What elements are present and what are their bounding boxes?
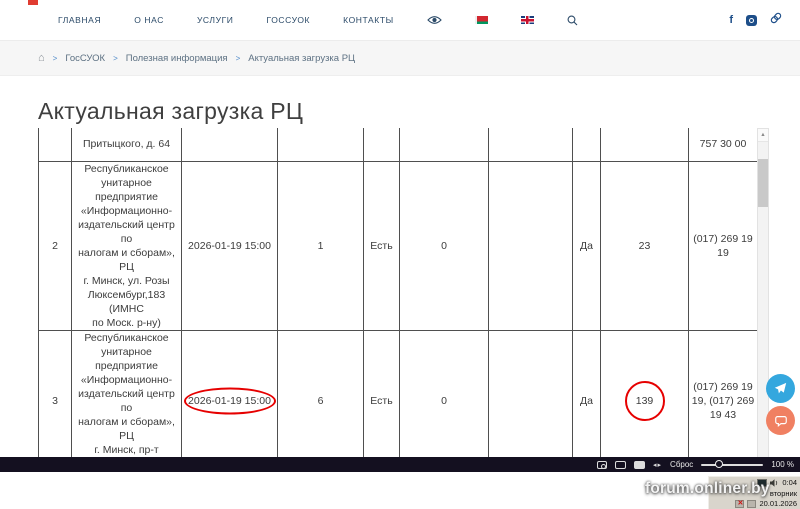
cell-empty: [488, 329, 573, 458]
cell-datetime: 2026-01-19 15:00: [181, 329, 278, 458]
cell-confirm: Да: [572, 329, 601, 458]
accessibility-eye-icon[interactable]: [426, 15, 442, 25]
flag-english-icon[interactable]: [520, 16, 534, 24]
cell-datetime: 2026-01-19 15:00: [181, 160, 278, 331]
breadcrumb-separator: >: [52, 53, 58, 63]
cell-queue: 1: [277, 160, 364, 331]
system-tray: 0:04 вторник ✕ 20.01.2026: [708, 476, 800, 509]
link-icon[interactable]: [770, 11, 782, 29]
breadcrumb-item-gossuok[interactable]: ГосСУОК: [65, 53, 105, 64]
table-scrollbar[interactable]: ▲: [757, 128, 769, 458]
red-marker: [28, 0, 38, 5]
cell-available: Есть: [363, 160, 400, 331]
network-error-icon: ✕: [735, 499, 745, 508]
zoom-slider[interactable]: [701, 459, 764, 468]
nav-item-main[interactable]: ГЛАВНАЯ: [58, 15, 101, 25]
image-icon[interactable]: [634, 460, 646, 469]
chat-icon: [774, 415, 787, 427]
tray-time: 0:04: [782, 478, 797, 487]
cell-load: 23: [600, 160, 689, 331]
image-viewer-toolbar: ◂▸ Сброс 100 %: [0, 457, 800, 472]
red-circle-annotation: [624, 380, 665, 421]
telegram-button[interactable]: [766, 374, 795, 403]
cell-empty: [488, 128, 573, 162]
breadcrumb-item-current: Актуальная загрузка РЦ: [248, 52, 356, 64]
chat-button[interactable]: [766, 406, 795, 435]
breadcrumb: ⌂ > ГосСУОК > Полезная информация > Акту…: [38, 52, 356, 64]
nav-item-services[interactable]: УСЛУГИ: [197, 15, 234, 25]
cell-queue: 6: [277, 329, 364, 458]
red-circle-annotation: [183, 387, 276, 414]
zoom-value: 100 %: [771, 460, 794, 469]
table-row: 3 Республиканское унитарное предприятие …: [38, 329, 757, 458]
volume-icon: [770, 478, 778, 487]
top-navigation: ГЛАВНАЯ О НАС УСЛУГИ ГОССУОК КОНТАКТЫ f: [0, 0, 800, 40]
nav-item-contacts[interactable]: КОНТАКТЫ: [343, 15, 394, 25]
instagram-icon[interactable]: [746, 14, 757, 26]
cell-name: Республиканское унитарное предприятие «И…: [71, 329, 182, 458]
frame-icon[interactable]: [615, 460, 627, 469]
cell-queue: [277, 128, 364, 162]
search-icon[interactable]: [567, 15, 578, 26]
cell-num: 2: [38, 160, 72, 331]
cell-empty: [488, 160, 573, 331]
tray-row-day: вторник: [711, 489, 797, 498]
cell-confirm: Да: [572, 160, 601, 331]
network-icon: [747, 499, 757, 508]
nav-menu: ГЛАВНАЯ О НАС УСЛУГИ ГОССУОК КОНТАКТЫ: [58, 0, 578, 40]
swap-arrows-icon[interactable]: ◂▸: [653, 461, 662, 469]
cell-available: Есть: [363, 329, 400, 458]
breadcrumb-separator: >: [113, 53, 118, 63]
cell-zero: 0: [399, 329, 489, 458]
table-row-partial: Притыцкого, д. 64 757 30 00: [38, 128, 757, 162]
breadcrumb-bar: ⌂ > ГосСУОК > Полезная информация > Акту…: [0, 40, 800, 76]
cell-num: [38, 128, 72, 162]
cell-phone: (017) 269 19 19: [688, 160, 757, 331]
cell-phone: (017) 269 19 19, (017) 269 19 43: [688, 329, 757, 458]
cell-load: 139: [600, 329, 689, 458]
breadcrumb-separator: >: [235, 53, 241, 63]
cell-zero: [399, 128, 489, 162]
camera-icon[interactable]: [597, 460, 608, 469]
zoom-slider-knob[interactable]: [715, 459, 724, 468]
page-title: Актуальная загрузка РЦ: [38, 98, 304, 124]
flag-belarus-icon[interactable]: [474, 16, 488, 24]
rc-load-table: Притыцкого, д. 64 757 30 00 2 Республика…: [38, 128, 757, 458]
cell-name: Притыцкого, д. 64: [71, 128, 182, 162]
cell-num: 3: [38, 329, 72, 458]
cell-zero: 0: [399, 160, 489, 331]
social-links: f: [729, 0, 782, 40]
instagram-lens: [749, 17, 754, 23]
cell-load: [600, 128, 689, 162]
tray-row-date: ✕ 20.01.2026: [711, 499, 797, 508]
table-row: 2 Республиканское унитарное предприятие …: [38, 160, 757, 331]
tray-day: вторник: [769, 488, 797, 498]
facebook-icon[interactable]: f: [729, 14, 733, 26]
scrollbar-up-button[interactable]: ▲: [758, 129, 768, 142]
cell-name: Республиканское унитарное предприятие «И…: [71, 160, 182, 331]
breadcrumb-item-useful-info[interactable]: Полезная информация: [126, 53, 228, 64]
cell-confirm: [572, 128, 601, 162]
tray-date: 20.01.2026: [759, 499, 797, 508]
cell-phone: 757 30 00: [688, 128, 757, 162]
display-icon: [757, 478, 768, 487]
telegram-icon: [774, 382, 787, 394]
scrollbar-thumb[interactable]: [758, 159, 768, 207]
cell-available: [363, 128, 400, 162]
tray-row-time: 0:04: [711, 478, 797, 487]
error-x-glyph: ✕: [737, 499, 744, 507]
nav-item-gossuok[interactable]: ГОССУОК: [266, 15, 310, 25]
home-icon[interactable]: ⌂: [38, 52, 45, 64]
load-table-viewport: Притыцкого, д. 64 757 30 00 2 Республика…: [38, 128, 757, 458]
reset-button[interactable]: Сброс: [670, 460, 693, 469]
nav-item-about[interactable]: О НАС: [134, 15, 164, 25]
cell-datetime: [181, 128, 278, 162]
